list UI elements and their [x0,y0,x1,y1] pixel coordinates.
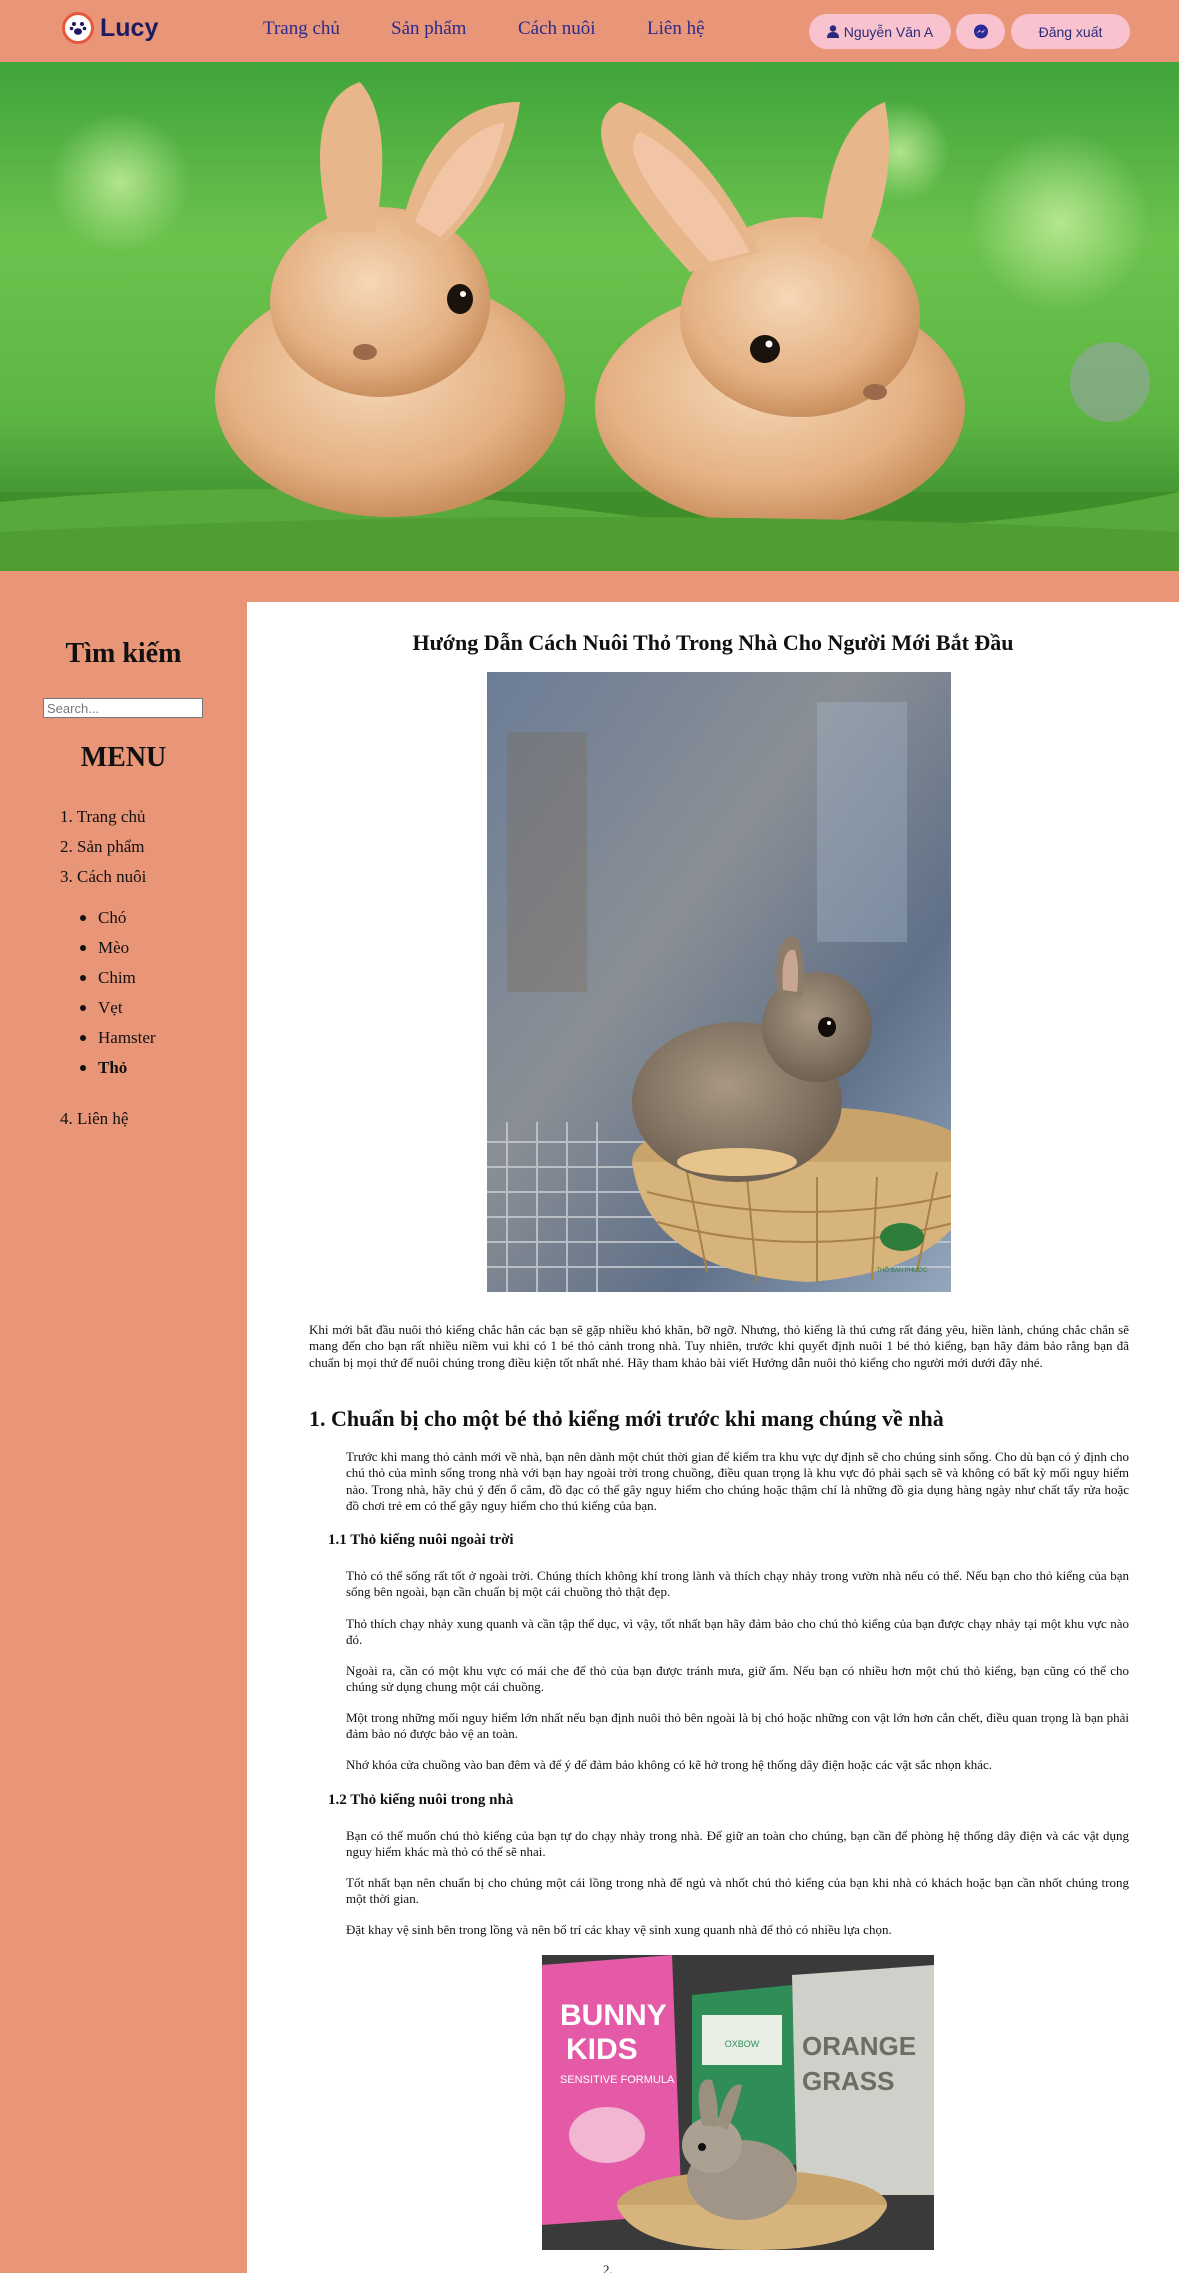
subsection-1-1-heading: 1.1 Thỏ kiểng nuôi ngoài trời [328,1532,514,1548]
sidebar-subitem-label: Chim [98,968,136,987]
nav-care[interactable]: Cách nuôi [518,18,596,40]
sidebar: Tìm kiếm MENU 1. Trang chủ 2. Sản phẩm 3… [0,602,247,2273]
sidebar-subitem-dog[interactable]: Chó [80,908,126,928]
rabbit-in-basket-image: THỎ BAN PHƯỚC [487,672,951,1292]
image-caption: 2. [603,2262,613,2273]
user-name: Nguyễn Văn A [843,23,934,40]
top-navbar: Lucy Trang chủ Sản phẩm Cách nuôi Liên h… [0,0,1179,62]
brand-name: Lucy [100,13,159,42]
article-title: Hướng Dẫn Cách Nuôi Thỏ Trong Nhà Cho Ng… [412,630,1014,655]
brand-logo[interactable]: Lucy [62,12,158,44]
sidebar-subitem-label: Chó [98,908,127,927]
rabbit-food-products-image: BUNNY KIDS SENSITIVE FORMULA OXBOW ORANG… [542,1955,934,2250]
sidebar-subitem-label: Hamster [98,1028,156,1047]
sidebar-subitem-label: Vẹt [98,998,123,1017]
product-label: OXBOW [725,2039,760,2049]
sidebar-item-home[interactable]: 1. Trang chủ [60,807,145,827]
paw-icon [62,12,94,44]
nav-contact[interactable]: Liên hệ [647,18,705,40]
logout-button[interactable]: Đăng xuất [1011,14,1130,49]
sidebar-subitem-bird[interactable]: Chim [80,968,136,988]
section-1-heading: 1. Chuẩn bị cho một bé thỏ kiểng mới trư… [309,1406,944,1431]
messenger-button[interactable] [956,14,1005,49]
sidebar-subitem-rabbit[interactable]: Thỏ [80,1058,127,1078]
sidebar-subitem-parrot[interactable]: Vẹt [80,998,123,1018]
nav-home[interactable]: Trang chủ [263,18,340,40]
user-icon [826,25,839,38]
product-label: ORANGE [802,2031,916,2061]
search-title: Tìm kiếm [65,638,182,669]
sidebar-item-products[interactable]: 2. Sản phẩm [60,837,145,857]
subsection-1-2-paragraph: Đặt khay vệ sinh bên trong lồng và nên b… [346,1922,892,1937]
subsection-1-1-paragraph: Ngoài ra, cần có một khu vực có mái che … [346,1663,1129,1695]
sidebar-item-care[interactable]: 3. Cách nuôi [60,867,146,887]
sidebar-subitem-hamster[interactable]: Hamster [80,1028,156,1048]
subsection-1-1-paragraph: Nhớ khóa cửa chuồng vào ban đêm và để ý … [346,1757,993,1772]
sidebar-subitem-cat[interactable]: Mèo [80,938,129,958]
messenger-icon [973,24,988,38]
menu-title: MENU [80,742,167,773]
image-brand-text: THỎ BAN PHƯỚC [876,1267,928,1274]
sidebar-item-contact[interactable]: 4. Liên hệ [60,1109,128,1129]
sidebar-subitem-label: Thỏ [98,1058,128,1077]
user-account-button[interactable]: Nguyễn Văn A [809,14,951,49]
product-label: KIDS [566,2033,638,2066]
nav-products[interactable]: Sản phẩm [391,18,466,40]
intro-paragraph: Khi mới bắt đầu nuôi thỏ kiểng chắc hẳn … [309,1322,1129,1370]
subsection-1-2-paragraph: Tốt nhất bạn nên chuẩn bị cho chúng một … [346,1875,1129,1907]
subsection-1-1-paragraph: Một trong những mối nguy hiểm lớn nhất n… [346,1710,1129,1742]
subsection-1-1-paragraph: Thỏ có thể sống rất tốt ở ngoài trời. Ch… [346,1568,1129,1600]
hero-banner-image [0,62,1179,571]
subsection-1-2-heading: 1.2 Thỏ kiểng nuôi trong nhà [328,1792,514,1808]
product-label: SENSITIVE FORMULA [560,2074,675,2086]
article-content: Hướng Dẫn Cách Nuôi Thỏ Trong Nhà Cho Ng… [247,602,1179,2273]
section-1-paragraph: Trước khi mang thỏ cảnh mới về nhà, bạn … [346,1449,1129,1513]
subsection-1-1-paragraph: Thỏ thích chạy nhảy xung quanh và cần tậ… [346,1616,1129,1648]
search-input[interactable] [43,698,203,718]
product-label: GRASS [802,2066,894,2096]
product-label: BUNNY [560,1999,667,2032]
sidebar-subitem-label: Mèo [98,938,130,957]
subsection-1-2-paragraph: Bạn có thể muốn chú thỏ kiểng của bạn tự… [346,1828,1129,1860]
